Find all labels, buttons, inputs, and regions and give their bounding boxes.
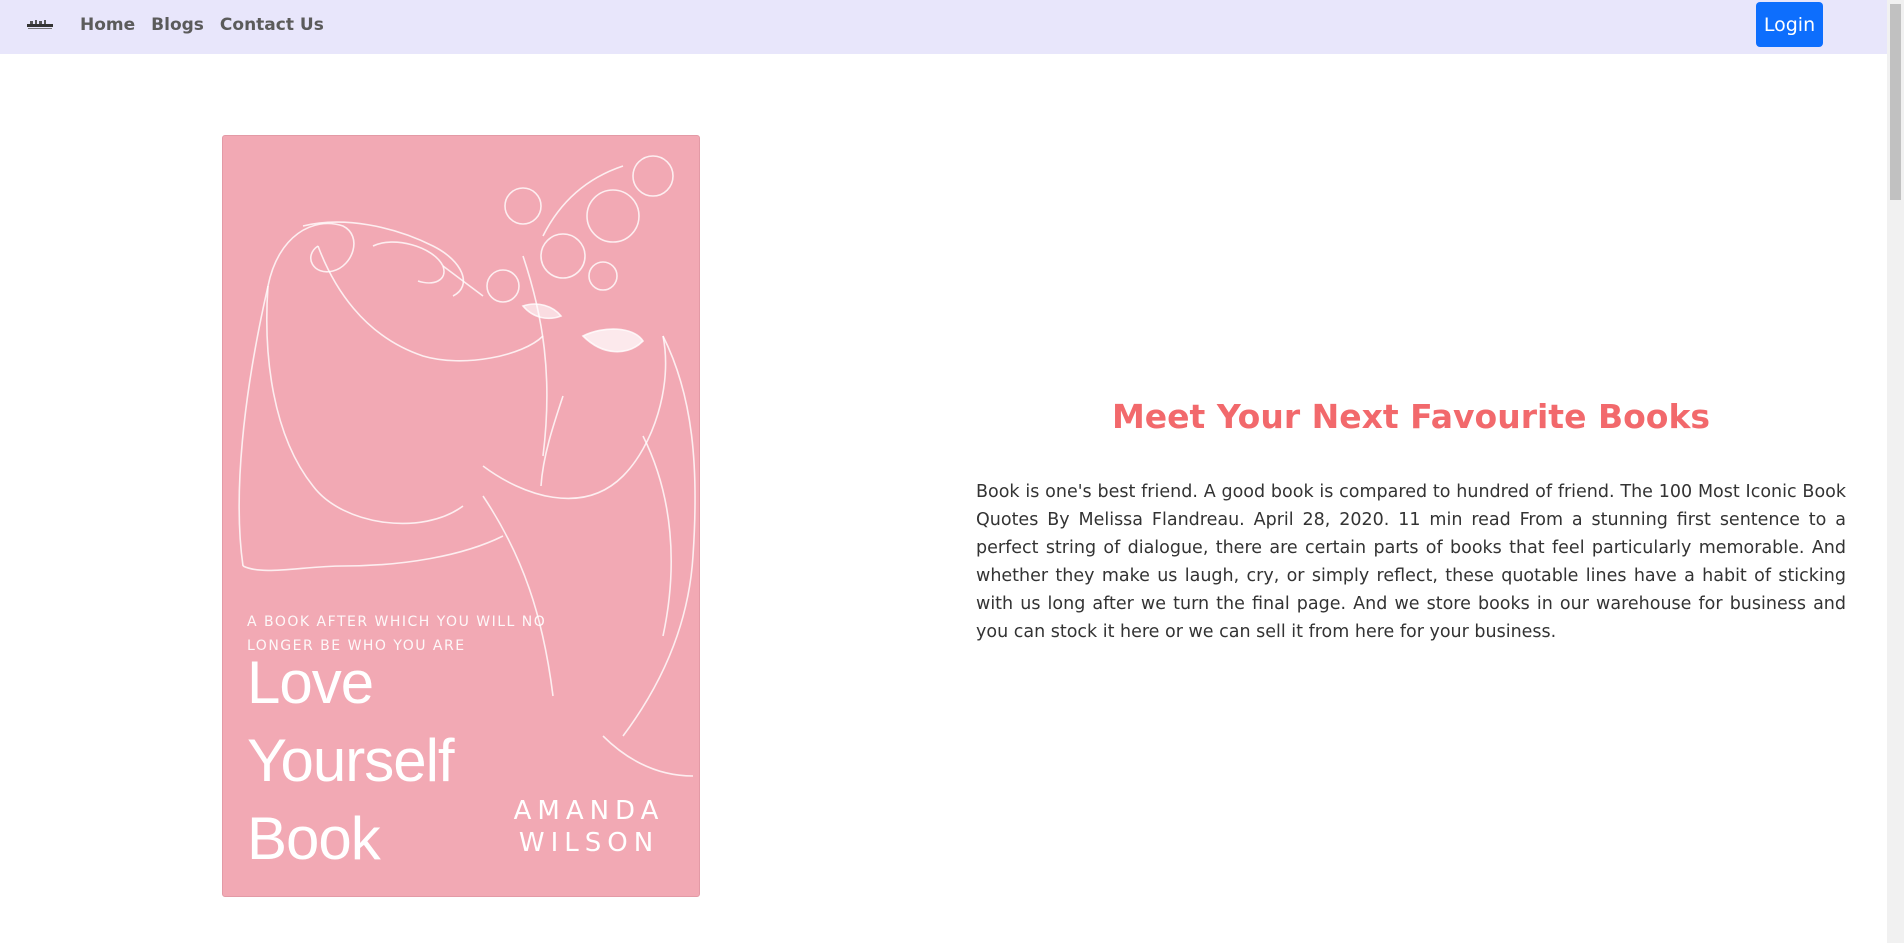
page: Home Blogs Contact Us Login A BOOK AFTER… <box>0 0 1904 943</box>
cover-title-line: Love <box>247 649 374 716</box>
cover-title-line: Yourself <box>247 727 455 794</box>
login-button[interactable]: Login <box>1756 2 1823 47</box>
book-stack-icon[interactable] <box>26 16 54 34</box>
navbar: Home Blogs Contact Us Login <box>0 0 1887 54</box>
scrollbar-thumb[interactable] <box>1890 4 1901 200</box>
hero-description: Book is one's best friend. A good book i… <box>976 482 1846 642</box>
nav-link-home[interactable]: Home <box>80 15 135 35</box>
cover-author: AMANDA WILSON <box>509 795 669 859</box>
hero-heading: Meet Your Next Favourite Books <box>1111 397 1711 436</box>
nav-link-contact-us[interactable]: Contact Us <box>220 15 324 35</box>
book-cover-image: A BOOK AFTER WHICH YOU WILL NO LONGER BE… <box>222 135 700 897</box>
vertical-scrollbar[interactable] <box>1887 0 1904 943</box>
nav-link-blogs[interactable]: Blogs <box>151 15 204 35</box>
cover-author-line: AMANDA <box>513 796 665 826</box>
cover-title-line: Book <box>247 805 381 872</box>
nav-links: Home Blogs Contact Us <box>80 0 324 50</box>
cover-title: Love Yourself Book <box>247 644 547 878</box>
cover-author-line: WILSON <box>518 828 660 858</box>
